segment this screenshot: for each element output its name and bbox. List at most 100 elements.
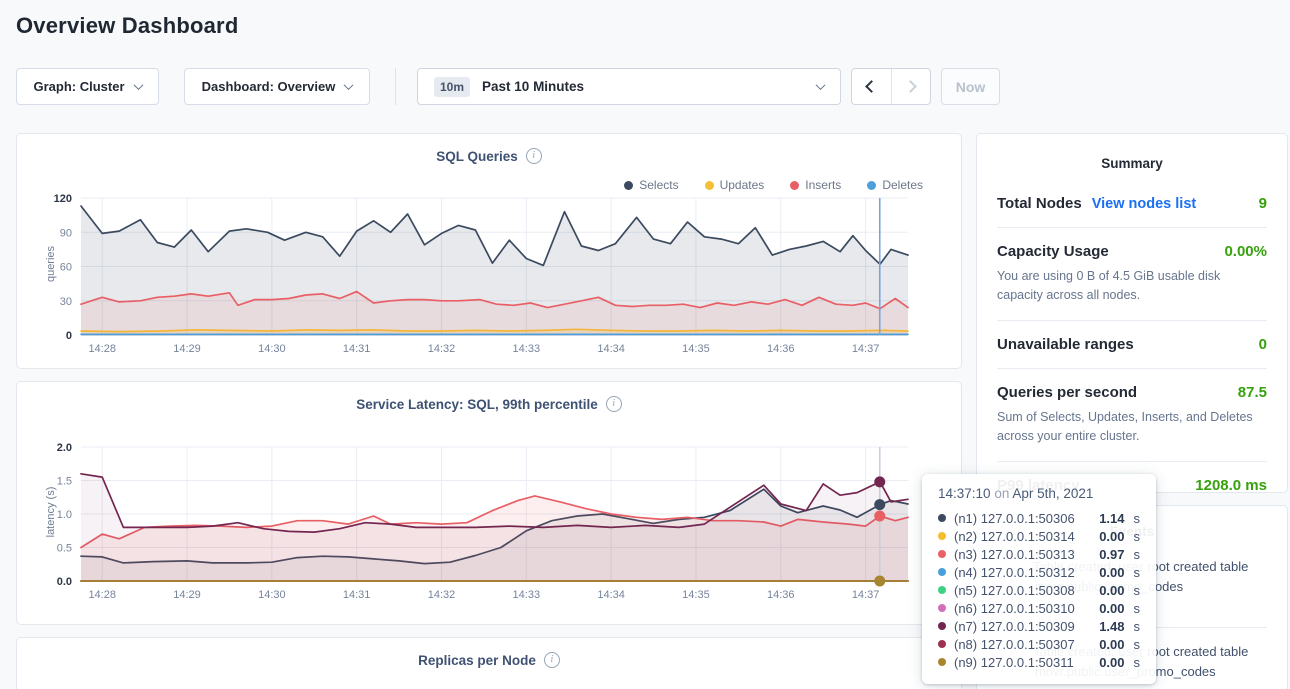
tooltip-node: (n9) 127.0.0.1:50311 [954,655,1074,670]
tooltip-row: (n3) 127.0.0.1:50313 0.97 s [938,545,1140,563]
svg-text:14:33: 14:33 [513,343,541,355]
tooltip-time: 14:37:10 [938,486,991,501]
svg-text:2.0: 2.0 [57,442,72,454]
node-dot-icon [938,640,946,648]
sql-queries-panel: SQL Queries i Selects Updates Inserts De… [16,133,962,369]
tooltip-value: 0.00 [1099,583,1124,598]
now-button[interactable]: Now [941,68,1000,105]
chevron-down-icon [344,80,354,90]
tooltip-row: (n2) 127.0.0.1:50314 0.00 s [938,527,1140,545]
svg-text:1.0: 1.0 [57,509,72,521]
svg-text:14:34: 14:34 [597,343,625,355]
graph-dropdown-label: Graph: Cluster [33,79,124,94]
tooltip-value: 0.00 [1099,655,1124,670]
divider [997,227,1267,228]
svg-text:14:31: 14:31 [343,589,371,601]
summary-title: Summary [997,156,1267,171]
tooltip-row: (n1) 127.0.0.1:50306 1.14 s [938,509,1140,527]
chart-hover-tooltip: 14:37:10 on Apr 5th, 2021 (n1) 127.0.0.1… [922,474,1156,684]
node-dot-icon [938,586,946,594]
total-nodes-label: Total Nodes [997,195,1082,212]
tooltip-date: Apr 5th, 2021 [1012,486,1093,501]
tooltip-node: (n5) 127.0.0.1:50308 [954,583,1075,598]
svg-text:14:30: 14:30 [258,589,286,601]
tooltip-node: (n4) 127.0.0.1:50312 [954,565,1075,580]
graph-dropdown[interactable]: Graph: Cluster [16,68,159,105]
overview-dashboard-page: Overview Dashboard Graph: Cluster Dashbo… [0,0,1290,689]
svg-text:14:28: 14:28 [88,343,116,355]
tooltip-value: 1.48 [1099,619,1124,634]
unavailable-ranges-row: Unavailable ranges 0 [997,336,1267,353]
svg-text:14:29: 14:29 [173,589,201,601]
divider [997,320,1267,321]
chevron-left-icon [865,80,878,93]
node-dot-icon [938,514,946,522]
summary-panel: Summary Total Nodes View nodes list 9 Ca… [976,133,1288,493]
svg-text:14:34: 14:34 [597,589,625,601]
total-nodes-row: Total Nodes View nodes list 9 [997,195,1267,212]
sql-queries-plot[interactable]: 030609012014:2814:2914:3014:3114:3214:33… [17,134,963,370]
dashboard-dropdown-label: Dashboard: Overview [202,79,336,94]
capacity-usage-row: Capacity Usage 0.00% [997,243,1267,260]
chevron-down-icon [133,80,143,90]
svg-text:60: 60 [60,262,72,274]
tooltip-row: (n8) 127.0.0.1:50307 0.00 s [938,635,1140,653]
svg-text:14:32: 14:32 [428,589,456,601]
divider [997,368,1267,369]
tooltip-value: 1.14 [1099,511,1124,526]
node-dot-icon [938,550,946,558]
queries-per-second-row: Queries per second 87.5 [997,384,1267,401]
svg-text:30: 30 [60,296,72,308]
unavailable-ranges-label: Unavailable ranges [997,336,1134,353]
tooltip-row: (n9) 127.0.0.1:50311 0.00 s [938,653,1140,671]
queries-per-second-label: Queries per second [997,384,1137,401]
service-latency-panel: Service Latency: SQL, 99th percentile i … [16,381,962,625]
time-range-label: Past 10 Minutes [482,79,584,94]
tooltip-node: (n1) 127.0.0.1:50306 [954,511,1075,526]
queries-per-second-desc: Sum of Selects, Updates, Inserts, and De… [997,408,1267,446]
tooltip-unit: s [1134,583,1141,598]
svg-text:90: 90 [60,227,72,239]
time-range-badge: 10m [434,77,470,97]
time-step-group [851,68,931,105]
dashboard-dropdown[interactable]: Dashboard: Overview [184,68,370,105]
svg-text:120: 120 [54,193,72,205]
svg-text:14:32: 14:32 [428,343,456,355]
node-dot-icon [938,622,946,630]
queries-per-second-value: 87.5 [1238,384,1267,401]
time-range-dropdown[interactable]: 10m Past 10 Minutes [417,68,841,105]
tooltip-value: 0.00 [1099,601,1124,616]
tooltip-node: (n3) 127.0.0.1:50313 [954,547,1075,562]
time-forward-button[interactable] [891,69,930,104]
svg-text:0.5: 0.5 [57,543,72,555]
info-icon[interactable]: i [544,652,560,668]
capacity-usage-label: Capacity Usage [997,243,1109,260]
svg-text:14:28: 14:28 [88,589,116,601]
tooltip-node: (n8) 127.0.0.1:50307 [954,637,1075,652]
node-dot-icon [938,568,946,576]
tooltip-value: 0.00 [1099,529,1124,544]
node-dot-icon [938,604,946,612]
capacity-usage-desc: You are using 0 B of 4.5 GiB usable disk… [997,267,1267,305]
chevron-down-icon [816,80,826,90]
capacity-usage-value: 0.00% [1224,243,1267,260]
tooltip-unit: s [1134,619,1141,634]
tooltip-unit: s [1134,565,1141,580]
svg-text:14:36: 14:36 [767,343,795,355]
svg-text:0.0: 0.0 [57,576,72,588]
service-latency-plot[interactable]: 0.0 0.5 1.0 1.5 2.0 14:28 14:29 14:30 14:31 14:32… [17,382,963,626]
node-dot-icon [938,532,946,540]
tooltip-on: on [994,486,1009,501]
divider [997,461,1267,462]
p99-latency-value: 1208.0 ms [1195,477,1267,494]
svg-text:1.5: 1.5 [57,476,72,488]
svg-text:14:35: 14:35 [682,343,710,355]
view-nodes-list-link[interactable]: View nodes list [1092,196,1197,212]
tooltip-row: (n7) 127.0.0.1:50309 1.48 s [938,617,1140,635]
replicas-per-node-panel: Replicas per Node i [16,637,962,689]
replicas-per-node-title: Replicas per Node [418,653,536,668]
time-back-button[interactable] [852,69,891,104]
tooltip-unit: s [1134,637,1141,652]
svg-text:14:30: 14:30 [258,343,286,355]
total-nodes-value: 9 [1259,195,1267,212]
